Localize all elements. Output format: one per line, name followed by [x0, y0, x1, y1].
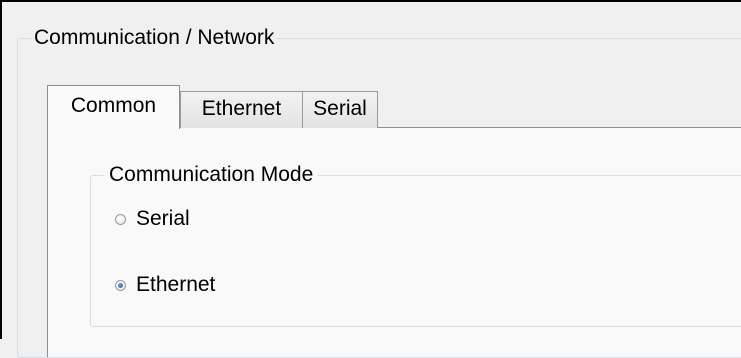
communication-mode-group-title: Communication Mode: [104, 163, 319, 187]
radio-ethernet[interactable]: Ethernet: [115, 272, 215, 298]
radio-ethernet-label[interactable]: Ethernet: [136, 273, 215, 297]
radio-ethernet-circle[interactable]: [115, 279, 126, 291]
tab-common[interactable]: Common: [47, 85, 180, 129]
tab-serial[interactable]: Serial: [302, 91, 378, 128]
communication-network-group-title: Communication / Network: [31, 26, 278, 50]
communication-mode-group: [90, 175, 741, 327]
tab-ethernet[interactable]: Ethernet: [180, 91, 303, 128]
radio-serial[interactable]: Serial: [115, 206, 190, 232]
radio-serial-label[interactable]: Serial: [136, 207, 190, 231]
radio-serial-circle[interactable]: [115, 213, 126, 225]
